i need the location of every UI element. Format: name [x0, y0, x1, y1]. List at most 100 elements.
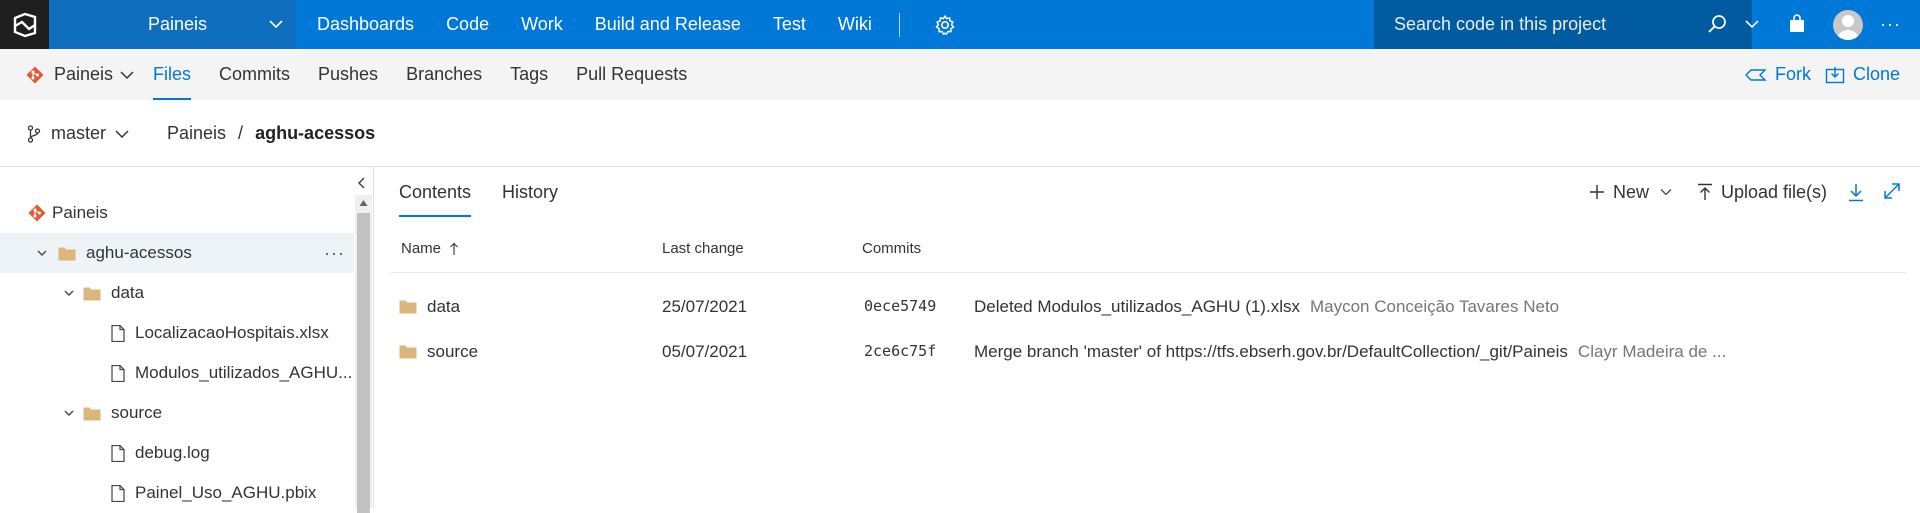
- tree-item-label: Painel_Uso_AGHU.pbix: [135, 483, 317, 502]
- scroll-up-arrow-icon[interactable]: [359, 199, 368, 207]
- row-name-cell[interactable]: data: [399, 284, 460, 329]
- tree-item-file[interactable]: Modulos_utilizados_AGHU...: [0, 353, 354, 393]
- file-icon: [111, 324, 125, 342]
- chevron-down-icon: [115, 129, 129, 138]
- nav-work[interactable]: Work: [505, 0, 579, 49]
- search-icon[interactable]: [1707, 14, 1727, 34]
- breadcrumb-repo[interactable]: Paineis: [167, 123, 226, 144]
- tree-item-source[interactable]: source: [0, 393, 354, 433]
- tab-pushes[interactable]: Pushes: [304, 49, 392, 100]
- branch-bar: master Paineis / aghu-acessos: [0, 100, 1920, 167]
- upload-label: Upload file(s): [1721, 181, 1828, 202]
- clone-label: Clone: [1853, 64, 1901, 84]
- repo-dropdown[interactable]: Paineis: [26, 49, 135, 100]
- vsts-logo-icon[interactable]: [0, 0, 49, 49]
- download-icon[interactable]: [1847, 182, 1865, 202]
- clone-icon: [1825, 66, 1845, 83]
- branch-name: master: [51, 123, 107, 143]
- git-repo-icon: [28, 204, 46, 222]
- column-header-label: Commits: [862, 240, 922, 257]
- column-header-commits[interactable]: Commits: [862, 223, 921, 275]
- chevron-down-icon[interactable]: [36, 247, 48, 259]
- file-icon: [111, 364, 125, 382]
- tab-contents[interactable]: Contents: [399, 167, 472, 217]
- git-repo-icon: [26, 66, 44, 83]
- row-commit-hash[interactable]: 0ece5749: [864, 284, 936, 329]
- upload-files-button[interactable]: Upload file(s): [1697, 167, 1827, 217]
- tree-item-data[interactable]: data: [0, 273, 354, 313]
- project-dropdown[interactable]: Paineis: [49, 0, 296, 49]
- branch-icon: [27, 124, 41, 143]
- tree-item-file[interactable]: LocalizacaoHospitais.xlsx: [0, 313, 354, 353]
- tab-files[interactable]: Files: [139, 49, 205, 100]
- content-tabs: Contents History: [399, 167, 589, 217]
- row-name: source: [427, 342, 479, 361]
- main-nav: Dashboards Code Work Build and Release T…: [301, 0, 888, 49]
- row-commit-message[interactable]: Merge branch 'master' of https://tfs.ebs…: [974, 342, 1568, 361]
- repo-name: Paineis: [54, 64, 114, 84]
- repo-subnav: Paineis Files Commits Pushes Branches Ta…: [0, 49, 1920, 100]
- expand-fullscreen-icon[interactable]: [1883, 182, 1901, 200]
- row-commit-message[interactable]: Deleted Modulos_utilizados_AGHU (1).xlsx: [974, 297, 1300, 316]
- row-name-cell[interactable]: source: [399, 329, 478, 374]
- row-commit-author: Maycon Conceição Tavares Neto: [1309, 297, 1560, 316]
- breadcrumb-current: aghu-acessos: [255, 123, 376, 143]
- new-label: New: [1613, 181, 1650, 202]
- tab-commits[interactable]: Commits: [205, 49, 304, 100]
- tree-item-root[interactable]: Paineis: [0, 193, 354, 233]
- tab-branches[interactable]: Branches: [392, 49, 496, 100]
- tree-item-file[interactable]: Painel_Uso_AGHU.pbix: [0, 473, 354, 513]
- code-search-box[interactable]: Search code in this project: [1374, 0, 1752, 49]
- tab-history[interactable]: History: [502, 167, 558, 217]
- table-row[interactable]: source 05/07/2021 2ce6c75f Merge branch …: [391, 329, 1906, 374]
- content-panel: Contents History New Upload file(s) Name…: [375, 167, 1920, 508]
- scrollbar-thumb[interactable]: [357, 213, 370, 513]
- files-table-header: Name Last change Commits: [391, 223, 1906, 273]
- tree-scrollbar[interactable]: [355, 195, 372, 513]
- folder-icon: [58, 247, 76, 260]
- row-commit-info: Merge branch 'master' of https://tfs.ebs…: [974, 329, 1726, 374]
- tree-item-label: data: [111, 283, 145, 302]
- column-header-last-change[interactable]: Last change: [662, 223, 744, 275]
- fork-label: Fork: [1775, 64, 1811, 84]
- tree-root-label: Paineis: [52, 203, 108, 222]
- nav-code[interactable]: Code: [430, 0, 505, 49]
- new-button[interactable]: New: [1589, 167, 1673, 217]
- row-commit-hash[interactable]: 2ce6c75f: [864, 329, 936, 374]
- clone-button[interactable]: Clone: [1825, 49, 1900, 100]
- upload-icon: [1698, 183, 1712, 200]
- user-avatar[interactable]: [1833, 10, 1863, 40]
- file-icon: [111, 484, 125, 502]
- table-row[interactable]: data 25/07/2021 0ece5749 Deleted Modulos…: [391, 284, 1906, 329]
- tree-item-label: debug.log: [135, 443, 210, 462]
- nav-dashboards[interactable]: Dashboards: [301, 0, 430, 49]
- node-more-options-icon[interactable]: ···: [324, 243, 345, 264]
- tab-tags[interactable]: Tags: [496, 49, 562, 100]
- fork-button[interactable]: Fork: [1745, 49, 1811, 100]
- marketplace-bag-icon[interactable]: [1787, 14, 1807, 34]
- nav-build-and-release[interactable]: Build and Release: [579, 0, 757, 49]
- chevron-down-icon: [1660, 189, 1672, 196]
- tree-item-label: aghu-acessos: [86, 243, 192, 262]
- search-options-chevron-icon[interactable]: [1744, 16, 1760, 32]
- settings-gear-icon[interactable]: [934, 14, 956, 36]
- user-silhouette-icon: [1837, 15, 1859, 40]
- folder-icon: [83, 287, 101, 300]
- nav-test[interactable]: Test: [757, 0, 822, 49]
- row-name: data: [427, 297, 461, 316]
- chevron-down-icon[interactable]: [63, 287, 75, 299]
- tree-item-label: source: [111, 403, 163, 422]
- nav-wiki[interactable]: Wiki: [822, 0, 888, 49]
- more-options-icon[interactable]: ···: [1880, 14, 1901, 35]
- folder-icon: [399, 300, 417, 314]
- tree-item-file[interactable]: debug.log: [0, 433, 354, 473]
- folder-icon: [399, 345, 417, 359]
- tab-pull-requests[interactable]: Pull Requests: [562, 49, 701, 100]
- chevron-down-icon: [120, 70, 134, 79]
- collapse-panel-chevron-icon[interactable]: [355, 176, 369, 190]
- branch-dropdown[interactable]: master: [27, 100, 130, 167]
- tree-item-aghu-acessos[interactable]: aghu-acessos ···: [0, 233, 354, 273]
- column-header-name[interactable]: Name: [401, 223, 459, 275]
- repo-tabs: Files Commits Pushes Branches Tags Pull …: [139, 49, 701, 100]
- chevron-down-icon[interactable]: [63, 407, 75, 419]
